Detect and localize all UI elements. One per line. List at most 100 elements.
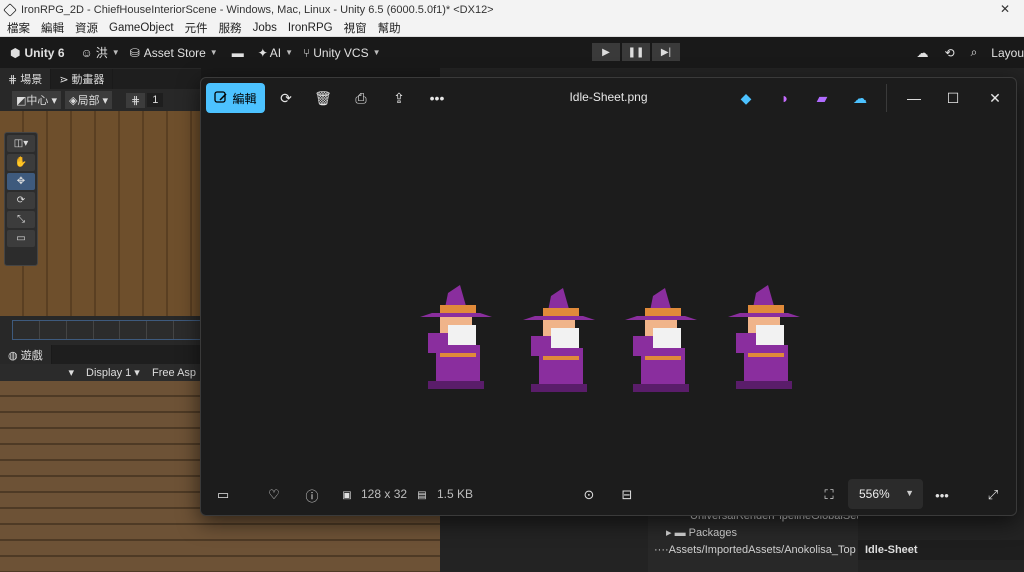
- game-toolbar: ▾ Display 1 ▾ Free Asp: [0, 364, 201, 381]
- zoom-dropdown[interactable]: 556% ▼: [848, 479, 923, 509]
- chevron-down-icon: ▼: [111, 48, 120, 57]
- package-icon[interactable]: ▬: [232, 46, 244, 60]
- animator-icon: ⋗: [59, 73, 69, 86]
- fit-to-window-icon[interactable]: ⛶: [819, 485, 839, 505]
- asset-store-icon: ⛁: [129, 45, 140, 60]
- project-item[interactable]: ▸ ▬ Packages: [648, 525, 858, 542]
- grid-snap-value[interactable]: 1: [147, 93, 164, 107]
- rotate-tool-icon[interactable]: ⟳: [7, 192, 35, 209]
- menu-component[interactable]: 元件: [185, 20, 208, 36]
- search-icon[interactable]: ⌕: [971, 45, 978, 60]
- file-size-icon: ▤: [417, 489, 427, 501]
- unity-version-button[interactable]: ⬢ Unity 6: [10, 46, 65, 60]
- rect-tool-icon[interactable]: ▭: [7, 230, 35, 247]
- project-path: ····Assets/ImportedAssets/Anokolisa_Top: [654, 544, 856, 556]
- step-button[interactable]: ▶|: [652, 43, 680, 61]
- fullscreen-icon[interactable]: ⤢: [983, 485, 1003, 505]
- overlay-tool-icon[interactable]: [174, 321, 202, 339]
- tab-scene[interactable]: ⋕ 場景: [0, 69, 52, 89]
- wizard-sprite-frame-2: [523, 288, 595, 392]
- cloud-icon[interactable]: ☁: [917, 46, 929, 60]
- print-icon[interactable]: ⎙: [350, 88, 372, 108]
- unity-vcs-button[interactable]: ⑂ Unity VCS ▼: [303, 46, 380, 60]
- maximize-icon[interactable]: ☐: [942, 88, 964, 108]
- unity-menu-bar: 檔案 編輯 資源 GameObject 元件 服務 Jobs IronRPG 視…: [0, 19, 1024, 37]
- pivot-icon: ◩: [16, 95, 27, 107]
- play-controls: ▶ ❚❚ ▶|: [592, 43, 682, 61]
- close-window-icon[interactable]: ✕: [1000, 2, 1010, 16]
- display-dropdown[interactable]: Display 1 ▾: [78, 366, 148, 379]
- unity-cube-icon: ⬢: [10, 45, 21, 60]
- move-tool-icon[interactable]: ✥: [7, 173, 35, 190]
- history-icon[interactable]: ⟲: [945, 46, 955, 60]
- menu-help[interactable]: 幫助: [378, 20, 401, 36]
- menu-jobs[interactable]: Jobs: [253, 22, 277, 34]
- layout-dropdown[interactable]: Layou: [991, 46, 1024, 60]
- folder-icon: ▸ ▬: [666, 527, 689, 539]
- play-button[interactable]: ▶: [592, 43, 620, 61]
- overlay-tool-icon[interactable]: [147, 321, 175, 339]
- dimensions-icon: ▣: [342, 489, 352, 501]
- ai-button[interactable]: ✦ AI ▼: [258, 46, 293, 60]
- scale-tool-icon[interactable]: ⤡: [7, 211, 35, 228]
- tab-animator[interactable]: ⋗ 動畫器: [51, 69, 114, 89]
- unity-toolbar: ⬢ Unity 6 ☺ 洪 ▼ ⛁ Asset Store ▼ ▬ ✦ AI ▼ ⑂ …: [0, 37, 1024, 68]
- menu-window[interactable]: 視窗: [344, 20, 367, 36]
- tab-game[interactable]: ◍ 遊戲: [0, 345, 52, 365]
- wizard-sprite-frame-1: [420, 285, 492, 389]
- menu-ironrpg[interactable]: IronRPG: [288, 22, 333, 34]
- menu-edit[interactable]: 編輯: [41, 20, 64, 36]
- designer-icon[interactable]: ◆: [735, 88, 757, 108]
- image-canvas[interactable]: [201, 118, 1016, 473]
- pivot-local-dropdown[interactable]: ◈局部 ▾: [64, 91, 113, 109]
- chevron-down-icon: ▼: [285, 48, 294, 57]
- chevron-down-icon: ▼: [905, 488, 914, 498]
- delete-icon[interactable]: 🗑: [312, 88, 334, 108]
- toolbar-separator: [886, 84, 887, 112]
- more-options-icon[interactable]: •••: [932, 485, 952, 505]
- info-icon[interactable]: ⓘ: [302, 485, 322, 505]
- image-dimensions: 128 x 32: [361, 487, 408, 501]
- account-button[interactable]: ☺ 洪 ▼: [81, 44, 120, 61]
- overlay-tool-icon[interactable]: [40, 321, 67, 339]
- wizard-sprite-frame-4: [728, 285, 800, 389]
- overlay-tool-icon[interactable]: [120, 321, 148, 339]
- overlay-tool-icon[interactable]: [13, 321, 40, 339]
- onedrive-off-icon[interactable]: ☁: [849, 88, 871, 108]
- overlay-tool-icon[interactable]: [94, 321, 121, 339]
- favorite-icon[interactable]: ♡: [264, 485, 284, 505]
- edit-button[interactable]: 編輯: [206, 83, 265, 113]
- aspect-dropdown[interactable]: Free Asp: [148, 367, 196, 379]
- tilemap-overlay-bar[interactable]: [12, 320, 202, 340]
- clipchamp-icon[interactable]: ▰: [811, 88, 833, 108]
- scene-toolbar: ◩中心 ▾ ◈局部 ▾ ⋕ 1: [12, 91, 164, 109]
- file-size: 1.5 KB: [437, 487, 474, 501]
- rotate-icon[interactable]: ⟳: [275, 88, 297, 108]
- more-icon[interactable]: •••: [426, 88, 448, 108]
- hand-tool-icon[interactable]: ✋: [7, 154, 35, 171]
- grid-snap-icon[interactable]: ⋕: [126, 92, 146, 108]
- pause-button[interactable]: ❚❚: [622, 43, 650, 61]
- menu-services[interactable]: 服務: [219, 20, 242, 36]
- view-options-icon[interactable]: ◫▾: [7, 135, 35, 152]
- inspector-preview-title: Idle-Sheet: [858, 540, 1024, 560]
- filmstrip-icon[interactable]: ▭: [213, 485, 233, 505]
- game-mode-dropdown[interactable]: ▾: [0, 366, 78, 379]
- minimize-icon[interactable]: —: [903, 88, 925, 108]
- sparkle-icon: ✦: [257, 45, 268, 60]
- scene-tab-bar: ⋕ 場景 ⋗ 動畫器: [0, 69, 201, 89]
- close-icon[interactable]: ✕: [984, 88, 1006, 108]
- menu-assets[interactable]: 資源: [75, 20, 98, 36]
- share-icon[interactable]: ⇪: [388, 88, 410, 108]
- wizard-sprite-frame-3: [625, 288, 697, 392]
- grid-icon: ⋕: [8, 73, 18, 86]
- asset-store-button[interactable]: ⛁ Asset Store ▼: [130, 46, 218, 60]
- overlay-tool-icon[interactable]: [67, 321, 94, 339]
- account-icon: ☺: [80, 45, 93, 60]
- menu-gameobject[interactable]: GameObject: [109, 22, 174, 34]
- text-scan-icon[interactable]: ⊟: [617, 485, 637, 505]
- menu-file[interactable]: 檔案: [7, 20, 30, 36]
- copilot-icon[interactable]: ◗: [774, 88, 796, 108]
- pivot-center-dropdown[interactable]: ◩中心 ▾: [12, 91, 61, 109]
- visual-search-icon[interactable]: ⊙: [579, 485, 599, 505]
